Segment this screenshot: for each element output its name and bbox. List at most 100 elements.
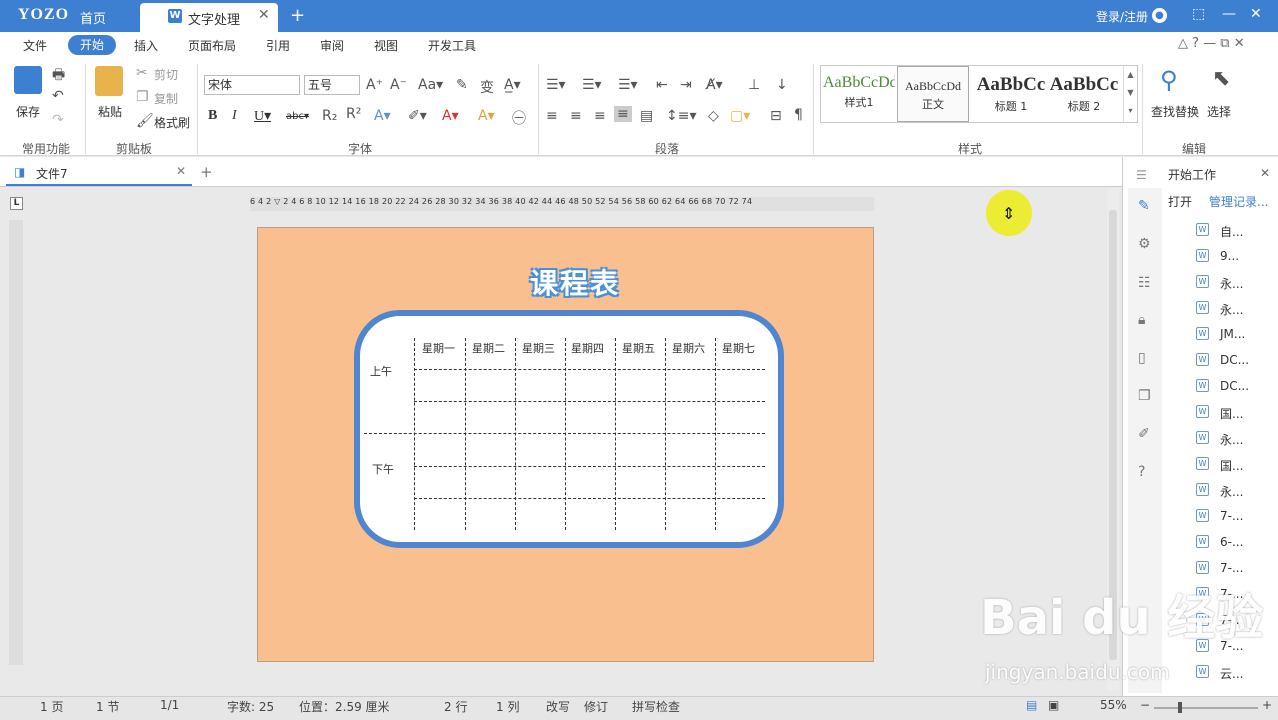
menu-developer[interactable]: 开发工具 bbox=[428, 37, 476, 54]
paste-icon[interactable] bbox=[95, 66, 123, 96]
styles-scroll-icon[interactable]: ▲ ▼ ▾ bbox=[1123, 66, 1137, 122]
line-spacing-icon[interactable]: ↕≡▾ bbox=[666, 108, 697, 124]
undo-icon[interactable]: ↶ bbox=[52, 88, 64, 104]
manage-records-link[interactable]: 管理记录... bbox=[1209, 193, 1268, 210]
close-file-tab-icon[interactable]: ✕ bbox=[176, 164, 186, 178]
close-window-icon[interactable]: ✕ bbox=[1250, 6, 1262, 22]
recent-file-item[interactable]: W 9... bbox=[1196, 249, 1239, 263]
horizontal-ruler[interactable]: 6 4 2 ▽ 2 4 6 8 10 12 14 16 18 20 22 24 … bbox=[250, 197, 874, 211]
superscript-button[interactable]: R² bbox=[346, 106, 361, 122]
skin-icon[interactable]: ⬚ bbox=[1192, 6, 1205, 22]
font-grow-icon[interactable]: A⁺ bbox=[366, 77, 383, 93]
recent-file-item[interactable]: W 永... bbox=[1196, 483, 1243, 500]
increase-indent-icon[interactable]: ⇥ bbox=[680, 77, 692, 93]
user-icon[interactable]: ● bbox=[1152, 8, 1167, 23]
font-size-select[interactable]: 五号 bbox=[304, 75, 360, 95]
format-painter-label[interactable]: 格式刷 bbox=[154, 114, 190, 131]
text-effect-icon[interactable]: A▾ bbox=[374, 108, 391, 124]
underline-button[interactable]: U▾ bbox=[254, 108, 271, 125]
recent-file-item[interactable]: W 永... bbox=[1196, 431, 1243, 448]
minimize-icon[interactable]: — bbox=[1222, 6, 1236, 22]
zoom-out-icon[interactable]: − bbox=[1140, 698, 1150, 712]
status-zoom[interactable]: 55% bbox=[1100, 698, 1127, 712]
clipboard-icon[interactable]: ▯ bbox=[1138, 350, 1146, 366]
add-tab-button[interactable]: + bbox=[290, 5, 305, 26]
enclose-char-icon[interactable]: ㊀ bbox=[512, 108, 526, 128]
sort-icon[interactable]: ↓ bbox=[776, 77, 788, 93]
recent-file-item[interactable]: W 国... bbox=[1196, 405, 1243, 422]
menu-layout[interactable]: 页面布局 bbox=[188, 37, 236, 54]
cut-icon[interactable]: ✂ bbox=[136, 65, 148, 81]
menu-view[interactable]: 视图 bbox=[374, 37, 398, 54]
page-view-icon[interactable]: ▤ bbox=[1026, 698, 1037, 712]
close-pane-icon[interactable]: ✕ bbox=[1260, 166, 1270, 180]
format-painter-icon[interactable]: 🖌 bbox=[136, 113, 154, 129]
new-file-tab-button[interactable]: + bbox=[200, 163, 213, 181]
cut-label[interactable]: 剪切 bbox=[154, 66, 178, 83]
menu-file[interactable]: 文件 bbox=[23, 37, 47, 54]
style-heading-2[interactable]: AaBbCc 标题 2 bbox=[1049, 66, 1119, 122]
menu-insert[interactable]: 插入 bbox=[134, 37, 158, 54]
justify-icon[interactable]: ≡ bbox=[614, 106, 632, 122]
open-link[interactable]: 打开 bbox=[1168, 193, 1192, 210]
style-1[interactable]: AaBbCcDd 样式1 bbox=[823, 66, 895, 122]
schedule-title[interactable]: 课程表 bbox=[530, 262, 640, 302]
binoculars-icon[interactable]: ⚲ bbox=[1160, 66, 1178, 94]
save-icon[interactable] bbox=[14, 66, 42, 94]
paste-label[interactable]: 粘贴 bbox=[98, 103, 122, 120]
zoom-slider[interactable] bbox=[1154, 707, 1258, 709]
italic-button[interactable]: I bbox=[232, 108, 237, 124]
select-cursor-icon[interactable]: ⬉ bbox=[1212, 66, 1230, 91]
recent-file-item[interactable]: W DC... bbox=[1196, 379, 1249, 393]
save-label[interactable]: 保存 bbox=[16, 103, 40, 120]
align-center-icon[interactable]: ≡ bbox=[570, 108, 582, 124]
clear-format-icon[interactable]: ✎ bbox=[456, 77, 468, 93]
menu-home[interactable]: 开始 bbox=[68, 35, 116, 55]
recent-file-item[interactable]: W JM... bbox=[1196, 327, 1245, 341]
recent-file-item[interactable]: W 自... bbox=[1196, 223, 1243, 240]
login-link[interactable]: 登录/注册 bbox=[1096, 8, 1148, 25]
recent-file-item[interactable]: W 6-... bbox=[1196, 535, 1243, 549]
status-revise[interactable]: 修订 bbox=[584, 698, 608, 715]
copy-pane-icon[interactable]: ❐ bbox=[1138, 388, 1151, 404]
zoom-in-icon[interactable]: + bbox=[1262, 698, 1272, 712]
print-icon[interactable]: 🖶 bbox=[52, 64, 65, 88]
subscript-button[interactable]: R₂ bbox=[322, 108, 337, 124]
file-tab[interactable]: ◨ 文件7 ✕ bbox=[6, 160, 192, 186]
distributed-icon[interactable]: ⊥ bbox=[748, 77, 760, 93]
show-hide-icon[interactable]: ⊟ bbox=[770, 108, 782, 124]
decrease-indent-icon[interactable]: ⇤ bbox=[656, 77, 668, 93]
recent-file-item[interactable]: W 永... bbox=[1196, 275, 1243, 292]
doc-app-tab[interactable]: W 文字处理 ✕ bbox=[140, 3, 278, 32]
font-color-icon[interactable]: A▾ bbox=[442, 108, 459, 124]
select-label[interactable]: 选择 bbox=[1207, 103, 1231, 120]
bullets-icon[interactable]: ☰▾ bbox=[546, 77, 566, 93]
recent-file-item[interactable]: W 永... bbox=[1196, 301, 1243, 318]
status-spellcheck[interactable]: 拼写检查 bbox=[632, 698, 680, 715]
find-replace-label[interactable]: 查找替换 bbox=[1151, 103, 1199, 120]
close-tab-icon[interactable]: ✕ bbox=[258, 7, 270, 23]
recent-file-item[interactable]: W 云... bbox=[1196, 665, 1243, 682]
copy-label[interactable]: 复制 bbox=[154, 90, 178, 107]
align-left-icon[interactable]: ≡ bbox=[546, 108, 558, 124]
distribute-align-icon[interactable]: ▤ bbox=[640, 108, 653, 124]
multilevel-icon[interactable]: ☰▾ bbox=[618, 77, 638, 93]
shading-icon[interactable]: ◇ bbox=[708, 108, 719, 124]
style-normal[interactable]: AaBbCcDd 正文 bbox=[897, 66, 969, 122]
numbering-icon[interactable]: ☰▾ bbox=[582, 77, 602, 93]
status-words[interactable]: 字数: 25 bbox=[227, 698, 274, 715]
settings-icon[interactable]: ⚙ bbox=[1138, 236, 1151, 252]
lock-icon[interactable]: 🔒︎ bbox=[1138, 312, 1145, 328]
style-heading-1[interactable]: AaBbCc 标题 1 bbox=[971, 66, 1051, 122]
redo-icon[interactable]: ↷ bbox=[52, 112, 64, 128]
border-icon[interactable]: ▢▾ bbox=[730, 108, 750, 124]
char-shading-icon[interactable]: A▾ bbox=[478, 108, 495, 124]
phonetic-icon[interactable]: 变 bbox=[480, 77, 494, 97]
vertical-ruler[interactable] bbox=[9, 220, 23, 665]
recent-file-item[interactable]: W 7-... bbox=[1196, 509, 1243, 523]
copy-icon[interactable]: ❐ bbox=[136, 89, 149, 105]
chinese-layout-icon[interactable]: A̸▾ bbox=[706, 77, 723, 93]
change-case-icon[interactable]: Aa▾ bbox=[418, 77, 443, 93]
menu-review[interactable]: 审阅 bbox=[320, 37, 344, 54]
help-icon[interactable]: ? bbox=[1138, 464, 1145, 480]
